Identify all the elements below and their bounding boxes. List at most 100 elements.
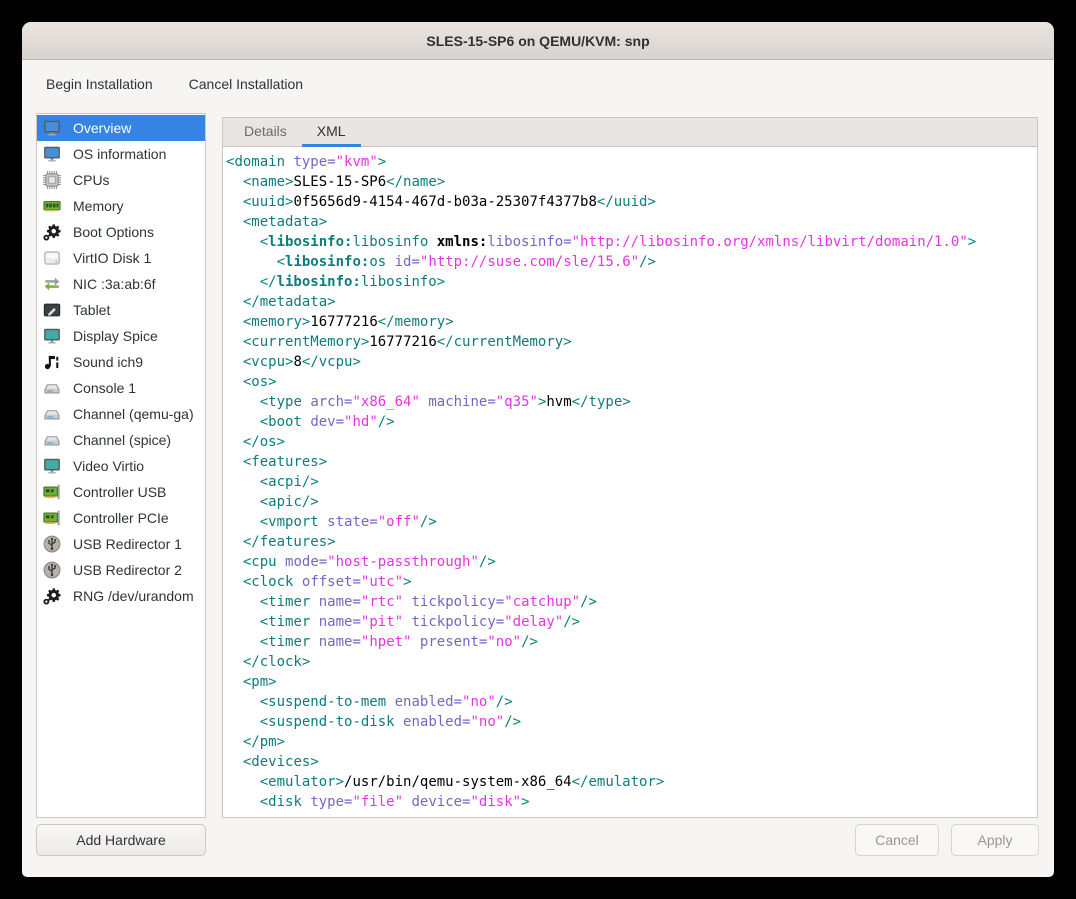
- xml-code-line: <clock offset="utc">: [226, 572, 1037, 592]
- xml-code-line: </os>: [226, 432, 1037, 452]
- add-hardware-button[interactable]: Add Hardware: [36, 824, 206, 856]
- xml-source-view[interactable]: <domain type="kvm"> <name>SLES-15-SP6</n…: [222, 147, 1038, 818]
- sidebar-item-boot-options[interactable]: Boot Options: [37, 219, 205, 245]
- xml-code-line: <timer name="rtc" tickpolicy="catchup"/>: [226, 592, 1037, 612]
- sidebar-item-video-virtio[interactable]: Video Virtio: [37, 453, 205, 479]
- sidebar-item-controller-usb[interactable]: Controller USB: [37, 479, 205, 505]
- sidebar-item-label: RNG /dev/urandom: [73, 588, 194, 604]
- xml-code-line: </features>: [226, 532, 1037, 552]
- sidebar-item-label: Sound ich9: [73, 354, 143, 370]
- serial-icon: [43, 379, 61, 397]
- sidebar-item-usb-redirector-1[interactable]: USB Redirector 1: [37, 531, 205, 557]
- tablet-icon: [43, 301, 61, 319]
- hardware-sidebar: Overview OS information CPUs Memory Boot Opt…: [36, 113, 206, 818]
- xml-code-line: <libosinfo:libosinfo xmlns:libosinfo="ht…: [226, 232, 1037, 252]
- sidebar-item-display-spice[interactable]: Display Spice: [37, 323, 205, 349]
- titlebar[interactable]: SLES-15-SP6 on QEMU/KVM: snp: [22, 22, 1054, 60]
- display-icon: [43, 327, 61, 345]
- sidebar-item-label: USB Redirector 2: [73, 562, 182, 578]
- sidebar-item-label: NIC :3a:ab:6f: [73, 276, 156, 292]
- xml-code-line: <currentMemory>16777216</currentMemory>: [226, 332, 1037, 352]
- serial-icon: [43, 405, 61, 423]
- xml-code-line: <libosinfo:os id="http://suse.com/sle/15…: [226, 252, 1037, 272]
- sidebar-item-sound-ich9[interactable]: Sound ich9: [37, 349, 205, 375]
- sidebar-item-label: Channel (spice): [73, 432, 171, 448]
- xml-code-line: <features>: [226, 452, 1037, 472]
- sidebar-item-label: Boot Options: [73, 224, 154, 240]
- sidebar-item-label: Display Spice: [73, 328, 158, 344]
- tab-xml[interactable]: XML: [302, 118, 361, 147]
- begin-installation-button[interactable]: Begin Installation: [46, 76, 153, 92]
- gear-icon: [43, 223, 61, 241]
- cancel-installation-button[interactable]: Cancel Installation: [189, 76, 303, 92]
- sidebar-item-virtio-disk-1[interactable]: VirtIO Disk 1: [37, 245, 205, 271]
- monitor-icon: [43, 145, 61, 163]
- tab-details[interactable]: Details: [229, 118, 302, 147]
- sidebar-item-label: Overview: [73, 120, 131, 136]
- sidebar-item-label: Channel (qemu-ga): [73, 406, 194, 422]
- xml-code-line: <acpi/>: [226, 472, 1037, 492]
- xml-code-line: <metadata>: [226, 212, 1037, 232]
- sidebar-item-label: OS information: [73, 146, 166, 162]
- sidebar-item-label: Memory: [73, 198, 124, 214]
- sidebar-item-label: CPUs: [73, 172, 110, 188]
- disk-icon: [43, 249, 61, 267]
- xml-code-line: <domain type="kvm">: [226, 152, 1037, 172]
- toolbar: Begin Installation Cancel Installation: [22, 61, 1054, 106]
- xml-code-line: <disk type="file" device="disk">: [226, 792, 1037, 812]
- sidebar-item-overview[interactable]: Overview: [37, 115, 205, 141]
- xml-code-line: </clock>: [226, 652, 1037, 672]
- sidebar-item-label: Console 1: [73, 380, 136, 396]
- xml-code-line: </metadata>: [226, 292, 1037, 312]
- sidebar-item-channel-spice[interactable]: Channel (spice): [37, 427, 205, 453]
- usb-icon: [43, 561, 61, 579]
- xml-code-line: </libosinfo:libosinfo>: [226, 272, 1037, 292]
- gear-icon: [43, 587, 61, 605]
- xml-code-line: <uuid>0f5656d9-4154-467d-b03a-25307f4377…: [226, 192, 1037, 212]
- sidebar-item-controller-pcie[interactable]: Controller PCIe: [37, 505, 205, 531]
- memory-icon: [43, 197, 61, 215]
- sidebar-item-label: Tablet: [73, 302, 110, 318]
- sidebar-item-label: USB Redirector 1: [73, 536, 182, 552]
- controller-icon: [43, 483, 61, 501]
- xml-code-line: <suspend-to-disk enabled="no"/>: [226, 712, 1037, 732]
- xml-code-line: <vcpu>8</vcpu>: [226, 352, 1037, 372]
- xml-code-line: <apic/>: [226, 492, 1037, 512]
- sound-icon: [43, 353, 61, 371]
- xml-code-line: <emulator>/usr/bin/qemu-system-x86_64</e…: [226, 772, 1037, 792]
- sidebar-item-memory[interactable]: Memory: [37, 193, 205, 219]
- xml-code-line: <name>SLES-15-SP6</name>: [226, 172, 1037, 192]
- sidebar-item-label: Controller USB: [73, 484, 166, 500]
- xml-code-line: <cpu mode="host-passthrough"/>: [226, 552, 1037, 572]
- xml-code-line: <pm>: [226, 672, 1037, 692]
- apply-button[interactable]: Apply: [951, 824, 1039, 856]
- tab-bar: Details XML: [222, 117, 1038, 147]
- sidebar-item-channel-qemu-ga[interactable]: Channel (qemu-ga): [37, 401, 205, 427]
- sidebar-item-label: VirtIO Disk 1: [73, 250, 151, 266]
- sidebar-item-os-information[interactable]: OS information: [37, 141, 205, 167]
- monitor-icon: [43, 119, 61, 137]
- window-title: SLES-15-SP6 on QEMU/KVM: snp: [426, 33, 649, 49]
- xml-code-line: <devices>: [226, 752, 1037, 772]
- sidebar-item-tablet[interactable]: Tablet: [37, 297, 205, 323]
- sidebar-item-console-1[interactable]: Console 1: [37, 375, 205, 401]
- xml-code-line: <os>: [226, 372, 1037, 392]
- cancel-button[interactable]: Cancel: [855, 824, 939, 856]
- sidebar-item-label: Video Virtio: [73, 458, 144, 474]
- xml-code-line: <type arch="x86_64" machine="q35">hvm</t…: [226, 392, 1037, 412]
- sidebar-item-nic-3a-ab-6f[interactable]: NIC :3a:ab:6f: [37, 271, 205, 297]
- xml-code-line: <suspend-to-mem enabled="no"/>: [226, 692, 1037, 712]
- details-notebook: Details XML <domain type="kvm"> <name>SL…: [222, 117, 1038, 818]
- network-icon: [43, 275, 61, 293]
- sidebar-item-rng-dev-urandom[interactable]: RNG /dev/urandom: [37, 583, 205, 609]
- sidebar-item-cpus[interactable]: CPUs: [37, 167, 205, 193]
- xml-code-line: <boot dev="hd"/>: [226, 412, 1037, 432]
- display-icon: [43, 457, 61, 475]
- usb-icon: [43, 535, 61, 553]
- cpu-icon: [43, 171, 61, 189]
- xml-code-line: <memory>16777216</memory>: [226, 312, 1037, 332]
- sidebar-item-usb-redirector-2[interactable]: USB Redirector 2: [37, 557, 205, 583]
- xml-code-line: <vmport state="off"/>: [226, 512, 1037, 532]
- xml-code-line: </pm>: [226, 732, 1037, 752]
- controller-icon: [43, 509, 61, 527]
